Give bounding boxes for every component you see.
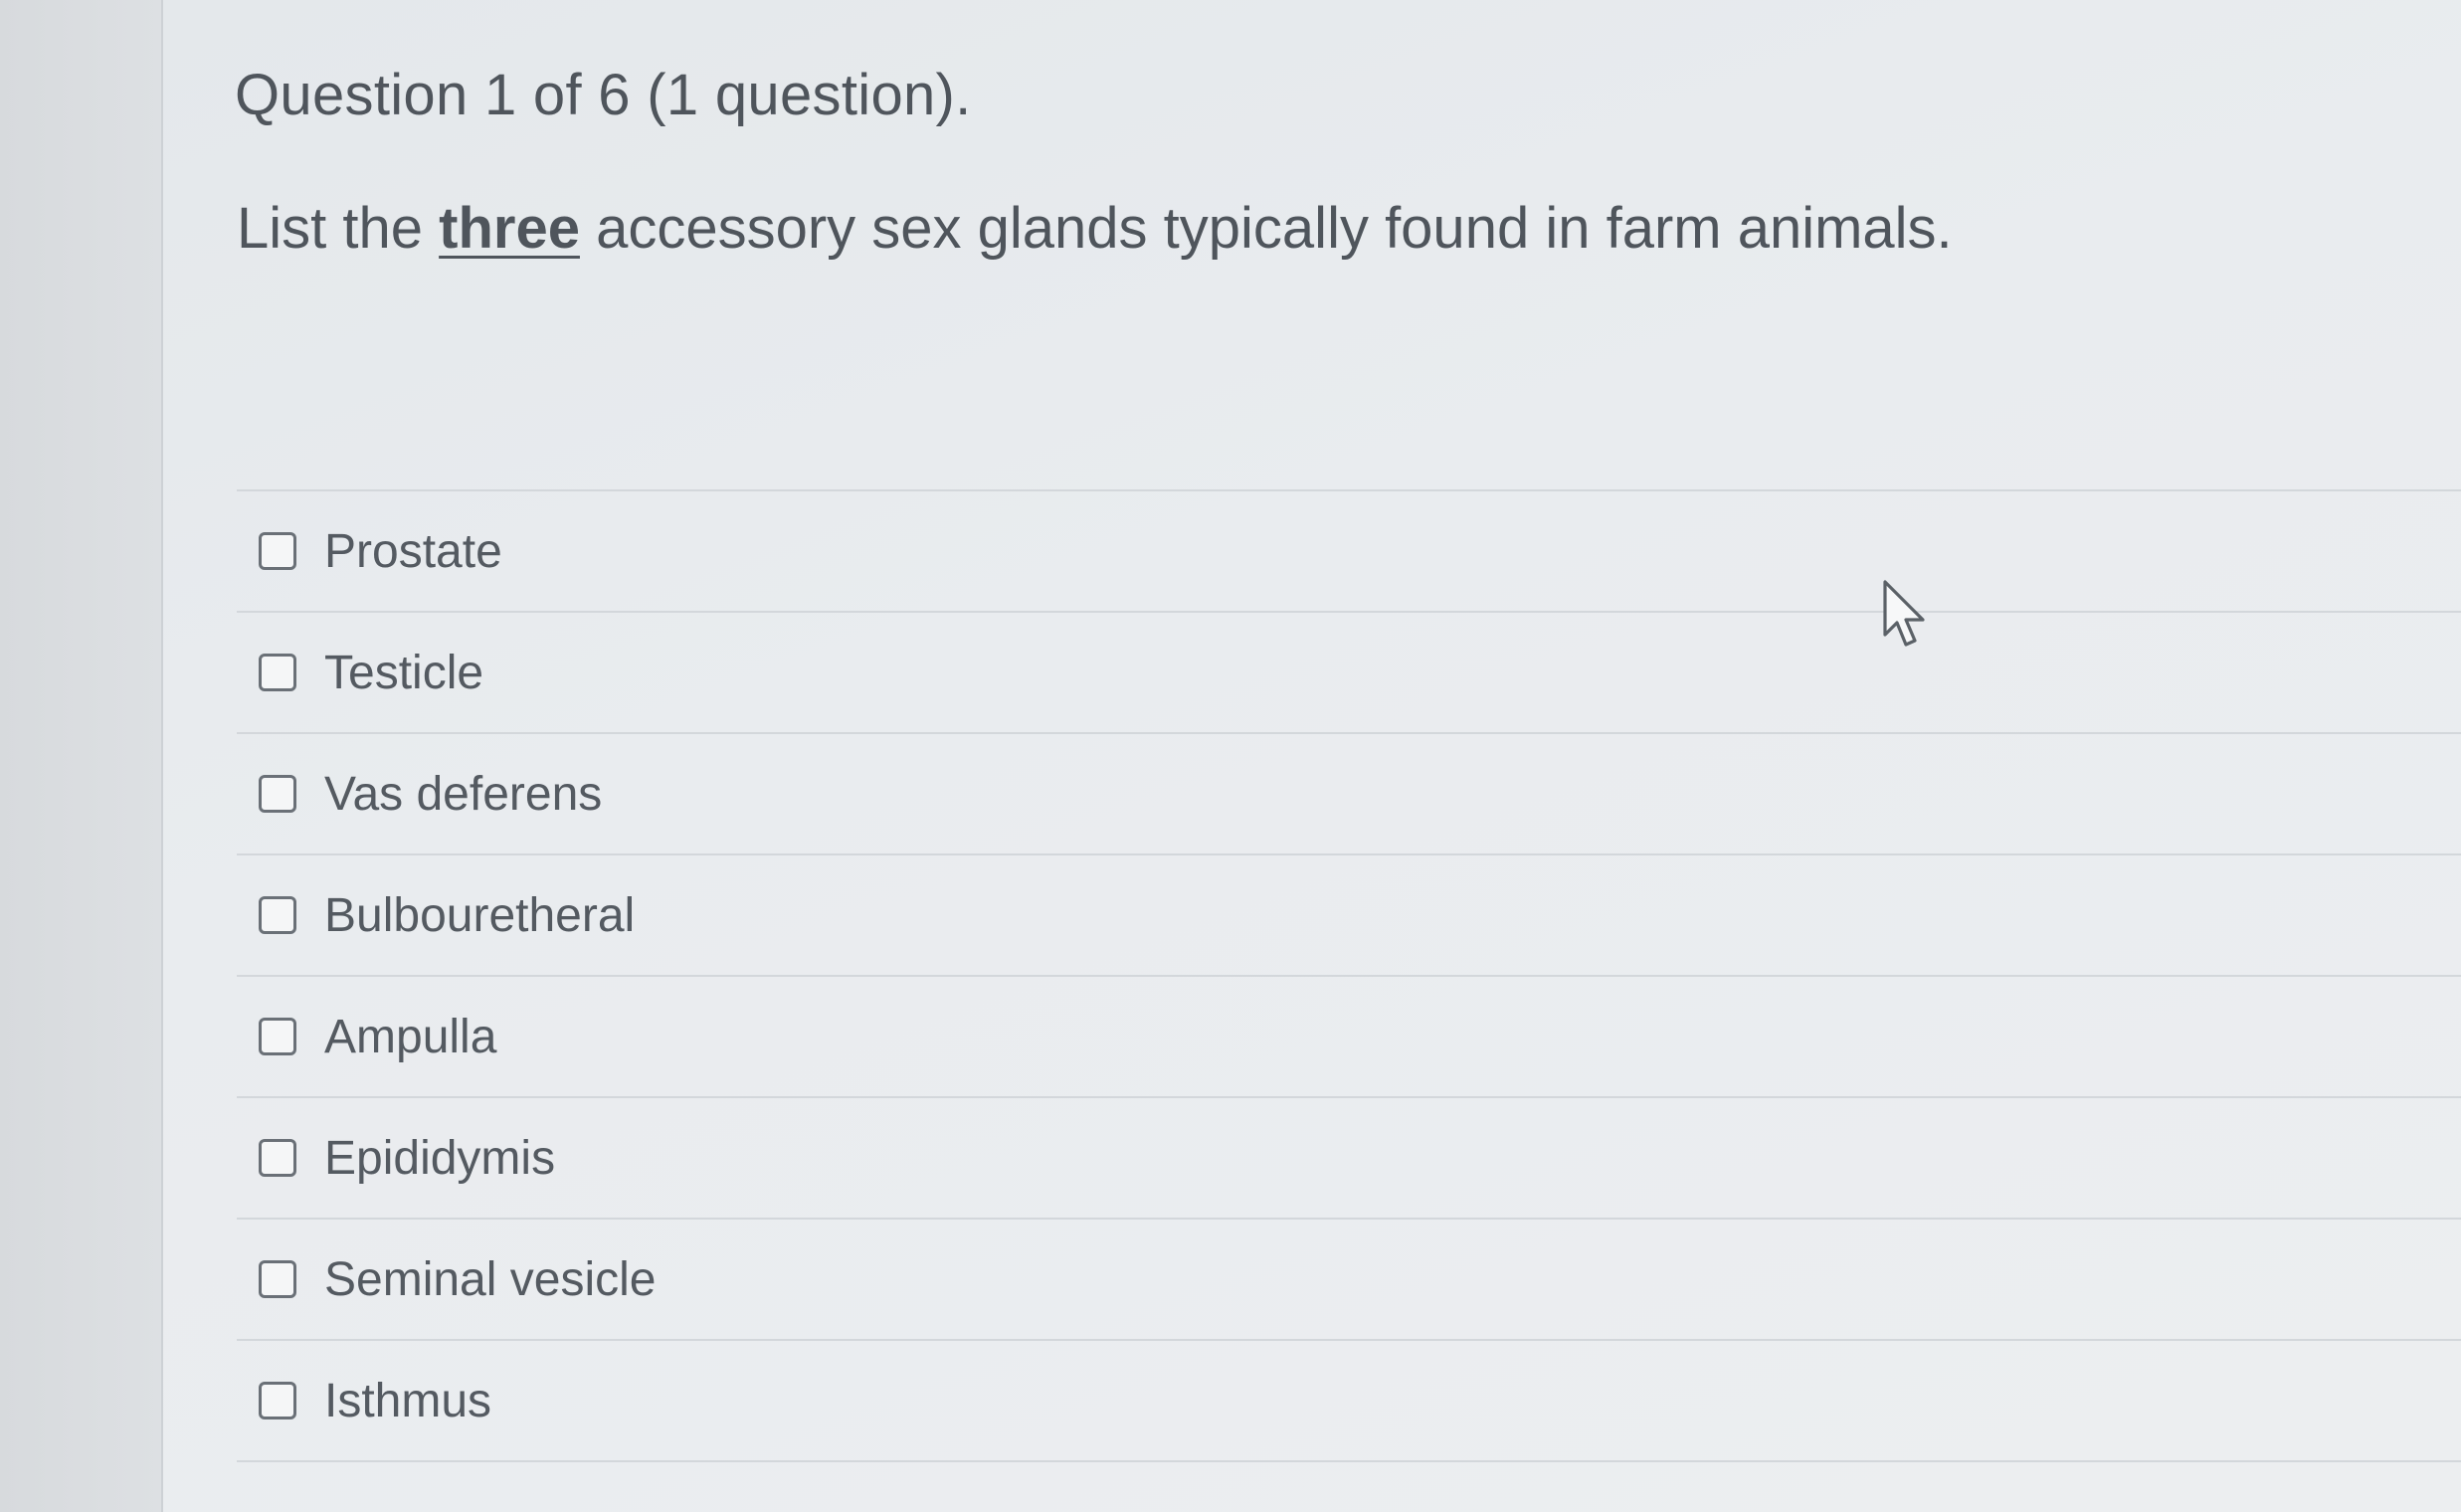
option-vas-deferens[interactable]: Vas deferens <box>237 734 2461 855</box>
question-header: Question 1 of 6 (1 question). <box>235 63 972 127</box>
option-testicle[interactable]: Testicle <box>237 613 2461 734</box>
option-label: Testicle <box>324 646 484 699</box>
left-gutter <box>0 0 163 1512</box>
option-isthmus[interactable]: Isthmus <box>237 1341 2461 1462</box>
option-ampulla[interactable]: Ampulla <box>237 977 2461 1098</box>
option-label: Seminal vesicle <box>324 1252 657 1306</box>
checkbox-unchecked-icon[interactable] <box>259 1260 296 1298</box>
checkbox-unchecked-icon[interactable] <box>259 1382 296 1419</box>
option-bulbouretheral[interactable]: Bulbouretheral <box>237 855 2461 977</box>
checkbox-unchecked-icon[interactable] <box>259 896 296 934</box>
prompt-text-after: accessory sex glands typically found in … <box>579 196 1953 261</box>
option-prostate[interactable]: Prostate <box>237 491 2461 613</box>
option-label: Epididymis <box>324 1131 556 1185</box>
question-prompt: List the three accessory sex glands typi… <box>237 195 1953 262</box>
answer-options-list: Prostate Testicle Vas deferens Bulbouret… <box>237 489 2461 1462</box>
option-epididymis[interactable]: Epididymis <box>237 1098 2461 1220</box>
option-label: Isthmus <box>324 1374 492 1427</box>
checkbox-unchecked-icon[interactable] <box>259 1139 296 1177</box>
checkbox-unchecked-icon[interactable] <box>259 1018 296 1055</box>
prompt-text-before: List the <box>237 196 440 261</box>
option-label: Bulbouretheral <box>324 888 636 942</box>
mouse-pointer-icon <box>1883 580 1925 647</box>
prompt-emphasis: three <box>439 196 580 261</box>
checkbox-unchecked-icon[interactable] <box>259 532 296 570</box>
checkbox-unchecked-icon[interactable] <box>259 654 296 691</box>
option-seminal-vesicle[interactable]: Seminal vesicle <box>237 1220 2461 1341</box>
option-label: Ampulla <box>324 1010 497 1063</box>
checkbox-unchecked-icon[interactable] <box>259 775 296 813</box>
option-label: Vas deferens <box>324 767 603 821</box>
option-label: Prostate <box>324 524 502 578</box>
